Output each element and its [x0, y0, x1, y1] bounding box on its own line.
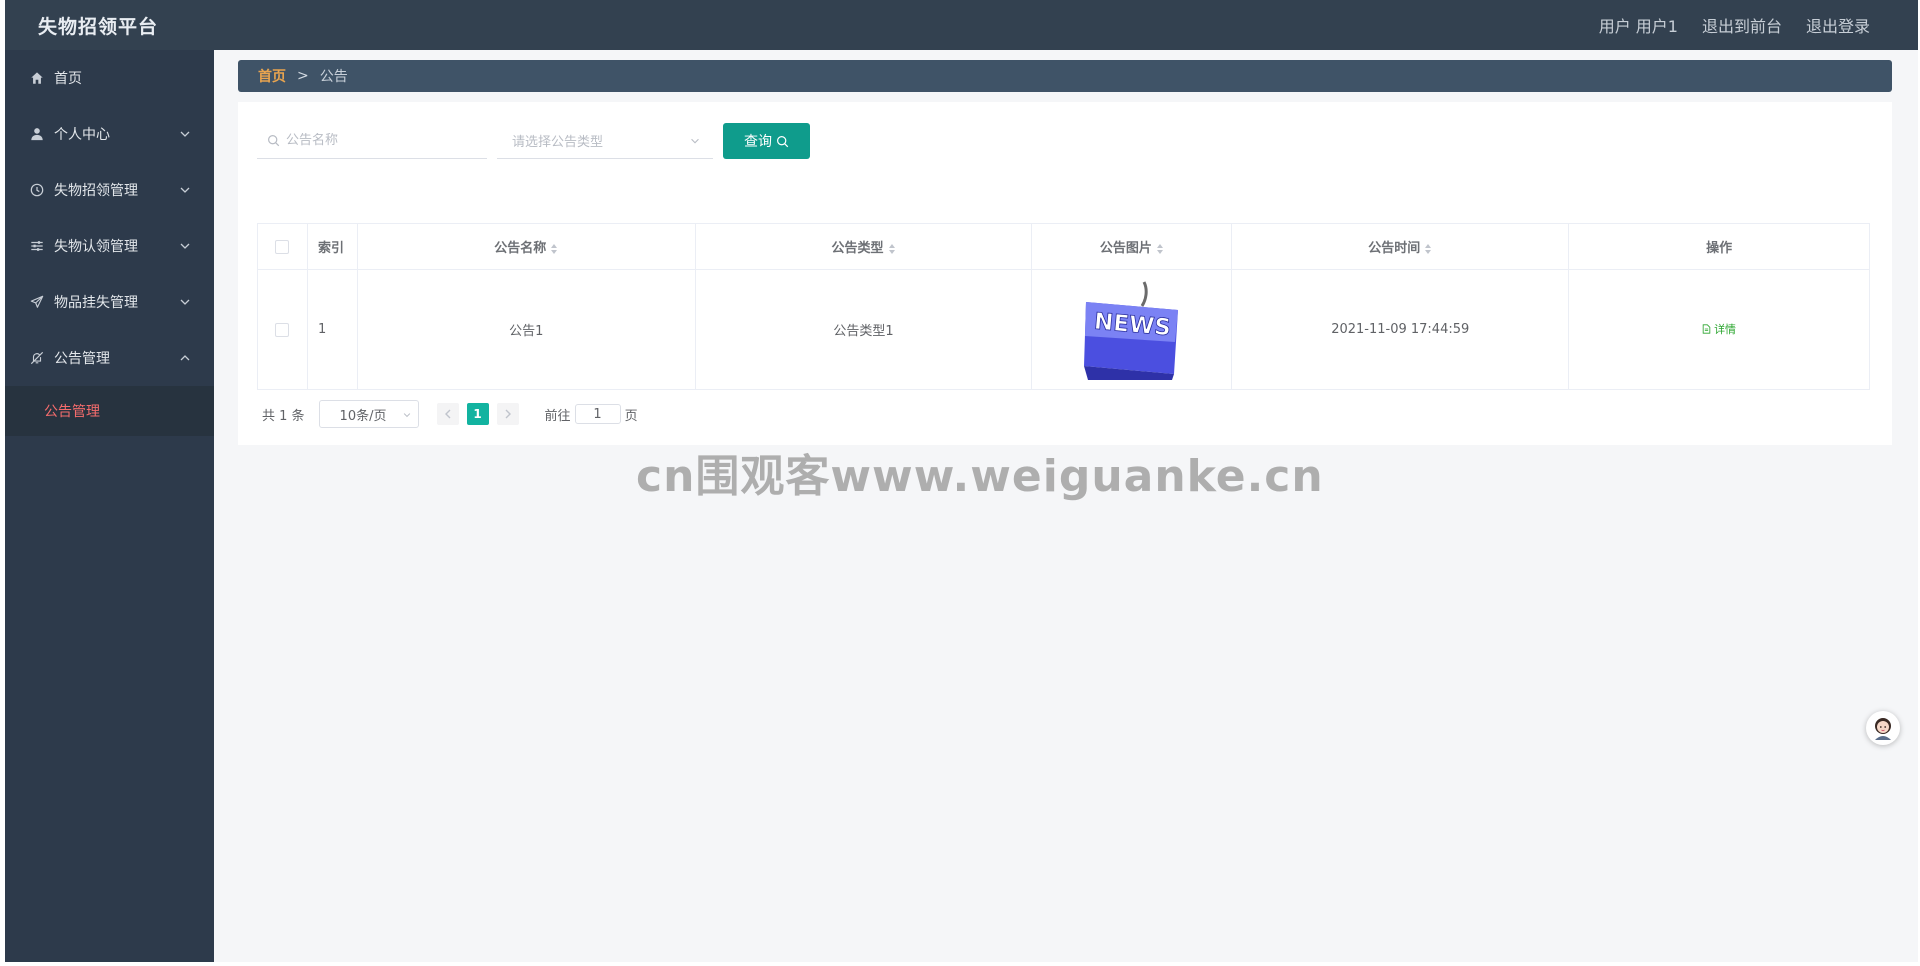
page-number-button[interactable]: 1 [466, 403, 489, 425]
breadcrumb-home[interactable]: 首页 [258, 66, 286, 86]
row-notice-type: 公告类型1 [694, 269, 1033, 390]
notice-name-input[interactable] [286, 133, 476, 148]
column-header-label: 公告图片 [1099, 241, 1152, 256]
column-header-label: 公告名称 [494, 241, 547, 256]
notice-table: 索引 公告名称 公告类型 公告图片 公告时间 操作 1 公告1 公告类型1 NE… [257, 223, 1870, 390]
app-title: 失物招领平台 [38, 15, 159, 38]
assistant-avatar[interactable] [1866, 711, 1900, 745]
pagination-total: 共 1 条 [262, 408, 305, 424]
column-header-actions: 操作 [1568, 223, 1870, 270]
query-button-label: 查询 [744, 134, 772, 150]
page-jump-label: 前往 [544, 408, 571, 424]
chevron-right-icon [505, 409, 511, 419]
notice-name-search [257, 123, 487, 159]
search-icon [268, 135, 280, 147]
row-index: 1 [306, 269, 358, 390]
table-header-row: 索引 公告名称 公告类型 公告图片 公告时间 操作 [257, 223, 1870, 270]
query-button[interactable]: 查询 [723, 123, 810, 159]
table-row: 1 公告1 公告类型1 NEWS 2021-11-09 17:44:59 详情 [257, 269, 1870, 390]
breadcrumb: 首页 > 公告 [238, 60, 1892, 92]
page-size-select[interactable]: 10条/页 [318, 400, 419, 428]
sidebar-subitem-notice-management[interactable]: 公告管理 [5, 386, 214, 436]
notice-type-select[interactable]: 请选择公告类型 [497, 123, 713, 159]
chevron-down-icon [691, 138, 699, 144]
send-icon [29, 294, 45, 310]
row-checkbox[interactable] [275, 322, 290, 337]
sidebar-item-loss-report[interactable]: 物品挂失管理 [5, 274, 214, 330]
content-card: 请选择公告类型 查询 索引 公告名称 公告类型 公告图片 公告时间 操作 [238, 102, 1892, 445]
avatar-icon [1875, 718, 1891, 740]
search-icon [777, 135, 789, 147]
chevron-down-icon [180, 131, 190, 137]
chevron-up-icon [180, 355, 190, 361]
watermark: cn围观客www.weiguanke.cn [636, 451, 1324, 502]
prev-page-button[interactable] [436, 403, 459, 425]
bell-off-icon [29, 350, 45, 366]
detail-button-label: 详情 [1714, 323, 1737, 336]
column-header-time[interactable]: 公告时间 [1231, 223, 1570, 270]
sidebar-item-lost-found[interactable]: 失物招领管理 [5, 162, 214, 218]
column-header-type[interactable]: 公告类型 [694, 223, 1033, 270]
detail-button[interactable]: 详情 [1702, 321, 1736, 337]
column-header-index: 索引 [306, 223, 358, 270]
sort-icon[interactable] [888, 243, 896, 255]
row-select-cell [257, 269, 308, 390]
row-actions-cell: 详情 [1568, 269, 1870, 390]
sidebar-item-label: 公告管理 [54, 351, 110, 367]
page-jump-suffix: 页 [624, 408, 638, 424]
chevron-down-icon [180, 187, 190, 193]
sort-icon[interactable] [1156, 243, 1164, 255]
user-icon [29, 126, 45, 142]
column-header-label: 公告类型 [831, 241, 884, 256]
sidebar-item-label: 物品挂失管理 [54, 295, 138, 311]
breadcrumb-current: 公告 [319, 69, 348, 85]
row-notice-time: 2021-11-09 17:44:59 [1231, 269, 1570, 390]
column-header-name[interactable]: 公告名称 [356, 223, 696, 270]
chevron-down-icon [403, 413, 410, 418]
column-header-label: 公告时间 [1368, 241, 1421, 256]
document-icon [1702, 324, 1711, 334]
sidebar-item-label: 失物招领管理 [54, 183, 138, 199]
back-to-frontend-link[interactable]: 退出到前台 [1702, 13, 1782, 37]
notice-image[interactable]: NEWS [1081, 279, 1182, 380]
page-jump: 前往 页 [545, 404, 638, 424]
select-all-cell [257, 223, 308, 270]
sidebar-item-label: 首页 [54, 71, 82, 87]
sidebar-item-label: 失物认领管理 [54, 239, 138, 255]
pagination: 共 1 条 10条/页 1 前往 页 [262, 400, 638, 428]
chevron-down-icon [180, 299, 190, 305]
sidebar-item-claims[interactable]: 失物认领管理 [5, 218, 214, 274]
chevron-down-icon [180, 243, 190, 249]
sidebar-item-home[interactable]: 首页 [5, 50, 214, 106]
row-notice-image-cell: NEWS [1031, 269, 1233, 390]
top-actions: 用户 用户1 退出到前台 退出登录 [1599, 13, 1870, 37]
sidebar-item-personal-center[interactable]: 个人中心 [5, 106, 214, 162]
main-content: 首页 > 公告 请选择公告类型 查询 索引 公告名称 [214, 50, 1918, 962]
sort-icon[interactable] [550, 243, 558, 255]
row-notice-name: 公告1 [356, 269, 696, 390]
breadcrumb-separator: > [297, 68, 309, 84]
notice-type-placeholder: 请选择公告类型 [512, 135, 604, 150]
top-bar: 失物招领平台 用户 用户1 退出到前台 退出登录 [5, 0, 1918, 50]
select-all-checkbox[interactable] [275, 239, 290, 254]
current-user-link[interactable]: 用户 用户1 [1599, 13, 1678, 37]
column-header-image[interactable]: 公告图片 [1031, 223, 1233, 270]
sort-icon[interactable] [1424, 243, 1432, 255]
chevron-left-icon [444, 409, 451, 419]
home-icon [29, 70, 45, 86]
sidebar: 首页 个人中心 失物招领管理 失物认领管理 物品挂失管理 公告管理 公告管理 [5, 50, 214, 962]
clock-icon [29, 182, 45, 198]
page-size-value: 10条/页 [339, 408, 387, 424]
sidebar-item-label: 个人中心 [54, 127, 110, 143]
sidebar-item-notices[interactable]: 公告管理 [5, 330, 214, 386]
logout-link[interactable]: 退出登录 [1806, 13, 1870, 37]
sliders-icon [29, 238, 45, 254]
next-page-button[interactable] [496, 403, 519, 425]
page-jump-input[interactable] [574, 404, 621, 424]
